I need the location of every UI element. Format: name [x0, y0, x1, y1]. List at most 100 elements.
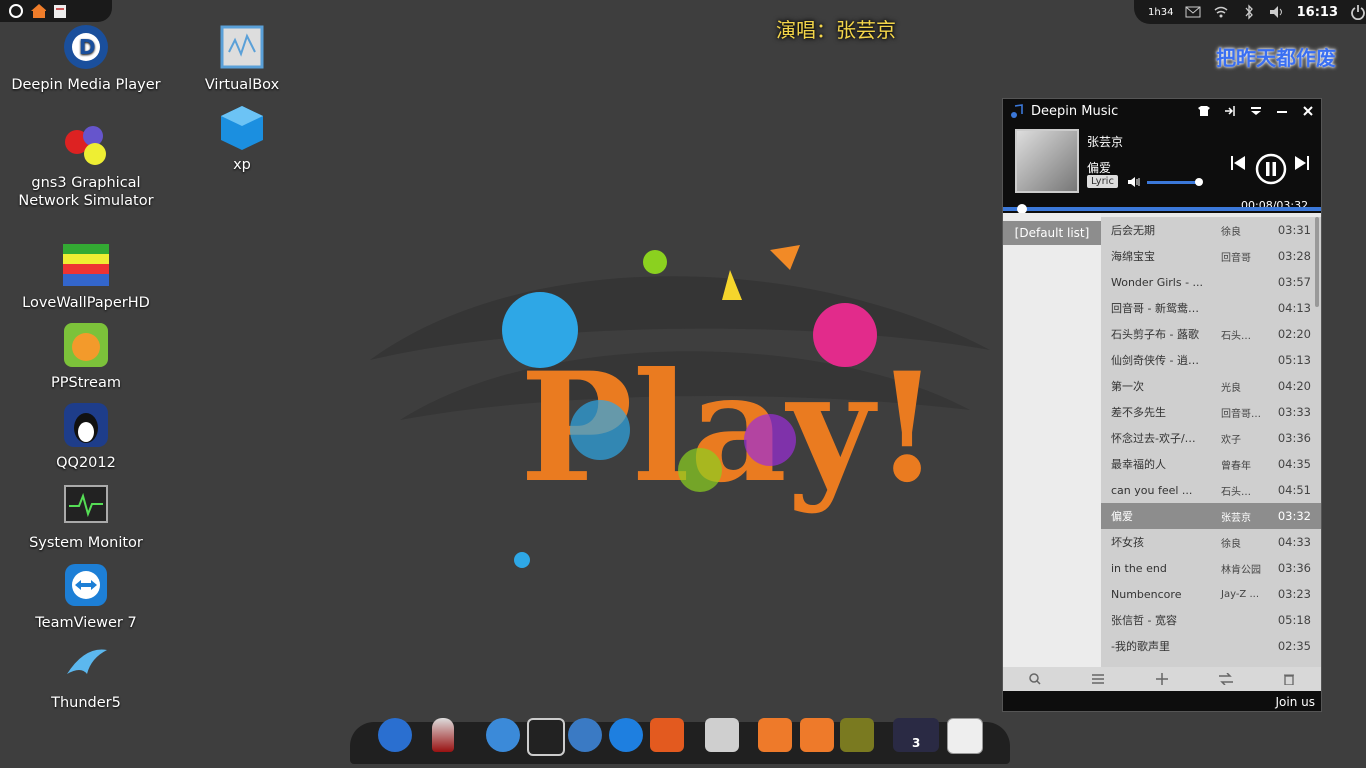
dock-backup-icon[interactable]	[758, 718, 792, 752]
play-mode-icon[interactable]	[1194, 667, 1258, 691]
qq-penguin-icon	[64, 403, 108, 447]
song-row[interactable]: 后会无期 徐良 03:31	[1101, 217, 1321, 243]
song-row[interactable]: 仙剑奇侠传 - 逍… 05:13	[1101, 347, 1321, 373]
dock-workspace-switcher[interactable]: 3	[893, 718, 939, 752]
desktop-icon-ppstream[interactable]: PPStream	[11, 320, 161, 392]
desktop-icon-lovewallpaperhd[interactable]: LoveWallPaperHD	[11, 240, 161, 312]
song-artist: 徐良	[1221, 226, 1241, 238]
speaker-icon[interactable]	[1127, 173, 1141, 192]
add-icon[interactable]	[1130, 667, 1194, 691]
ubuntu-logo-icon[interactable]	[8, 3, 24, 19]
teamviewer-icon	[65, 564, 107, 606]
song-duration: 03:32	[1277, 509, 1311, 523]
song-row[interactable]: 最幸福的人 曾春年 04:35	[1101, 451, 1321, 477]
dock-downloads-icon[interactable]	[800, 718, 834, 752]
song-row[interactable]: 回音哥 - 新鸳鸯… 04:13	[1101, 295, 1321, 321]
song-title: 石头剪子布 - 蕗歌	[1111, 328, 1199, 341]
song-title: can you feel ...	[1111, 483, 1193, 497]
lyric-button[interactable]: Lyric	[1087, 175, 1118, 188]
music-note-icon	[1009, 103, 1025, 119]
dock-terminal-icon[interactable]	[527, 718, 565, 756]
dock-software-center-icon[interactable]	[650, 718, 684, 752]
playlist-default[interactable]: [Default list]	[1003, 221, 1101, 245]
song-row[interactable]: can you feel ... 石头… 04:51	[1101, 477, 1321, 503]
dock-thunderbird-icon[interactable]	[568, 718, 602, 752]
song-row[interactable]: 偏爱 张芸京 03:32	[1101, 503, 1321, 529]
bluetooth-icon[interactable]	[1241, 4, 1256, 20]
dock-chromium-icon[interactable]	[486, 718, 520, 752]
home-icon[interactable]	[30, 3, 46, 19]
join-us-link[interactable]: Join us	[1276, 695, 1316, 709]
song-list: 后会无期 徐良 03:31 海绵宝宝 回音哥 03:28 Wonder Girls - ..…	[1101, 217, 1321, 667]
minimize-icon[interactable]	[1269, 99, 1295, 123]
song-row[interactable]: 坏女孩 徐良 04:33	[1101, 529, 1321, 555]
deepin-media-player-icon: D	[64, 25, 108, 69]
song-row[interactable]: 海绵宝宝 回音哥 03:28	[1101, 243, 1321, 269]
song-artist: 光良	[1221, 382, 1241, 394]
song-row[interactable]: Wonder Girls - ... 03:57	[1101, 269, 1321, 295]
list-icon[interactable]	[1067, 667, 1131, 691]
volume-control[interactable]	[1127, 173, 1203, 192]
delete-icon[interactable]	[1257, 667, 1321, 691]
search-icon[interactable]	[1003, 667, 1067, 691]
song-row[interactable]: in the end 林肯公园 03:36	[1101, 555, 1321, 581]
song-row[interactable]: 第一次 光良 04:20	[1101, 373, 1321, 399]
power-icon[interactable]	[1350, 4, 1366, 20]
song-duration: 03:36	[1277, 431, 1311, 445]
song-duration: 03:23	[1277, 587, 1311, 601]
song-row[interactable]: 怀念过去-欢子/… 欢子 03:36	[1101, 425, 1321, 451]
volume-slider[interactable]	[1147, 177, 1203, 186]
volume-icon[interactable]	[1269, 4, 1285, 20]
vbox-cube-icon	[221, 106, 263, 150]
song-duration: 04:51	[1277, 483, 1311, 497]
playlist-toolbar	[1003, 667, 1321, 691]
desktop-icon-virtualbox[interactable]: VirtualBox	[167, 22, 317, 94]
skin-shirt-icon[interactable]	[1191, 99, 1217, 123]
close-icon[interactable]	[1295, 99, 1321, 123]
desktop-icon-teamviewer[interactable]: TeamViewer 7	[11, 560, 161, 632]
desktop-icon-thunder5[interactable]: Thunder5	[11, 640, 161, 712]
song-duration: 03:36	[1277, 561, 1311, 575]
next-track-icon[interactable]	[1295, 155, 1309, 175]
mail-icon[interactable]	[1185, 4, 1201, 20]
song-title: 张信哲 - 宽容	[1111, 614, 1177, 627]
desktop-icon-gns3[interactable]: gns3 Graphical Network Simulator	[11, 120, 161, 210]
song-artist: 石头…	[1221, 330, 1251, 342]
dock-calculator-icon[interactable]	[705, 718, 739, 752]
song-duration: 04:35	[1277, 457, 1311, 471]
menu-dropdown-icon[interactable]	[1243, 99, 1269, 123]
volume-knob[interactable]	[1195, 177, 1203, 186]
desktop-icon-label: TeamViewer 7	[35, 615, 137, 631]
desktop-icon-deepin-media-player[interactable]: D Deepin Media Player	[11, 22, 161, 94]
dock-show-desktop-icon[interactable]	[947, 718, 983, 754]
song-row[interactable]: Numbencore Jay-Z ... 03:23	[1101, 581, 1321, 607]
dock-accessibility-icon[interactable]	[378, 718, 412, 752]
desktop-icon-system-monitor[interactable]: System Monitor	[11, 480, 161, 552]
clock[interactable]: 16:13	[1297, 5, 1338, 20]
desktop-lyric-line: 把昨天都作废	[1216, 46, 1336, 70]
mini-mode-icon[interactable]	[1217, 99, 1243, 123]
player-title: Deepin Music	[1031, 103, 1119, 119]
song-row[interactable]: -我的歌声里 02:35	[1101, 633, 1321, 659]
dock-wine-icon[interactable]	[432, 718, 454, 752]
song-duration: 03:28	[1277, 249, 1311, 263]
desktop-icon-xp[interactable]: xp	[167, 102, 317, 174]
song-row[interactable]: 石头剪子布 - 蕗歌 石头… 02:20	[1101, 321, 1321, 347]
playlist-scrollbar[interactable]	[1315, 217, 1319, 307]
song-row[interactable]: 张信哲 - 宽容 05:18	[1101, 607, 1321, 633]
playback-progress-bar[interactable]	[1003, 204, 1321, 214]
dock-image-viewer-icon[interactable]	[840, 718, 874, 752]
top-panel-right: 1h34 16:13	[1134, 0, 1366, 24]
files-icon[interactable]	[52, 3, 68, 19]
previous-track-icon[interactable]	[1231, 155, 1245, 175]
song-artist: 回音哥	[1221, 252, 1251, 264]
desktop-icon-label: Thunder5	[51, 695, 121, 711]
song-row[interactable]: 差不多先生 回音哥… 03:33	[1101, 399, 1321, 425]
system-monitor-icon	[64, 485, 108, 523]
song-artist: 欢子	[1221, 434, 1241, 446]
desktop-icon-qq2012[interactable]: QQ2012	[11, 400, 161, 472]
wifi-icon[interactable]	[1213, 4, 1229, 20]
pause-button[interactable]	[1255, 153, 1287, 189]
dock-deepin-music-icon[interactable]	[609, 718, 643, 752]
player-titlebar[interactable]: Deepin Music	[1003, 99, 1321, 123]
